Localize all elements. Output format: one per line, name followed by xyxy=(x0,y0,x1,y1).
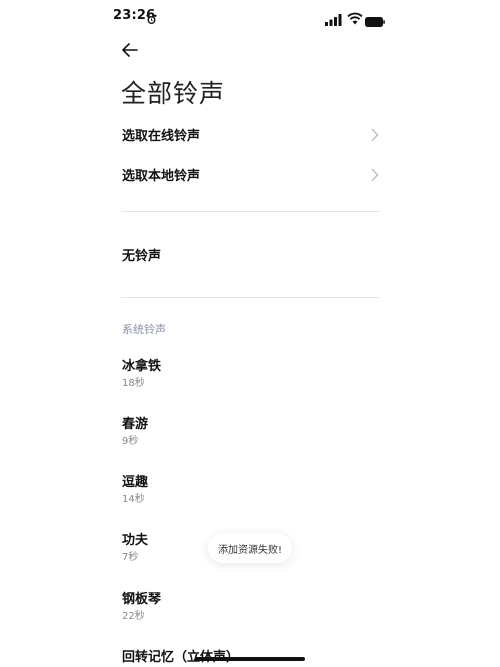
select-online-ringtone-label: 选取在线铃声 xyxy=(122,129,201,144)
battery-icon xyxy=(365,12,385,27)
chevron-right-icon xyxy=(371,167,379,182)
ringtone-item[interactable]: 冰拿铁 18秒 xyxy=(121,352,379,398)
no-ringtone-option[interactable]: 无铃声 xyxy=(121,236,379,272)
select-online-ringtone-row[interactable]: 选取在线铃声 xyxy=(121,117,379,151)
select-local-ringtone-label: 选取本地铃声 xyxy=(122,169,201,184)
ringtone-name: 功夫 xyxy=(122,533,149,548)
ringtone-name: 回转记忆（立体声） xyxy=(122,650,240,665)
ringtone-name: 钢板琴 xyxy=(122,592,162,607)
arrow-left-icon xyxy=(122,43,138,57)
divider xyxy=(121,297,379,298)
ringtone-item[interactable]: 回转记忆（立体声） xyxy=(121,643,379,667)
alarm-icon xyxy=(146,10,157,24)
back-button[interactable] xyxy=(118,38,142,62)
ringtone-duration: 9秒 xyxy=(122,436,139,447)
ringtone-screen: 23:26 全部铃声 选取在线铃声 选取本地铃声 无铃声 系统铃声 冰拿铁 18… xyxy=(0,0,500,667)
section-header-system: 系统铃声 xyxy=(122,323,166,336)
home-indicator[interactable] xyxy=(195,657,305,661)
signal-icon xyxy=(325,11,342,26)
chevron-right-icon xyxy=(371,127,379,142)
ringtone-item[interactable]: 钢板琴 22秒 xyxy=(121,585,379,631)
ringtone-duration: 22秒 xyxy=(122,611,145,622)
ringtone-duration: 7秒 xyxy=(122,552,139,563)
ringtone-name: 春游 xyxy=(122,417,149,432)
select-local-ringtone-row[interactable]: 选取本地铃声 xyxy=(121,157,379,191)
ringtone-name: 冰拿铁 xyxy=(122,359,162,374)
ringtone-duration: 14秒 xyxy=(122,494,145,505)
toast: 添加资源失败! xyxy=(208,533,292,563)
toast-message: 添加资源失败! xyxy=(217,545,282,556)
no-ringtone-label: 无铃声 xyxy=(122,249,162,264)
divider xyxy=(121,211,379,212)
page-title: 全部铃声 xyxy=(121,79,226,108)
status-icons xyxy=(325,10,385,27)
ringtone-item[interactable]: 逗趣 14秒 xyxy=(121,468,379,514)
ringtone-duration: 18秒 xyxy=(122,378,145,389)
wifi-icon xyxy=(347,10,363,25)
ringtone-name: 逗趣 xyxy=(122,475,149,490)
status-bar: 23:26 xyxy=(0,0,500,34)
ringtone-item[interactable]: 春游 9秒 xyxy=(121,410,379,456)
